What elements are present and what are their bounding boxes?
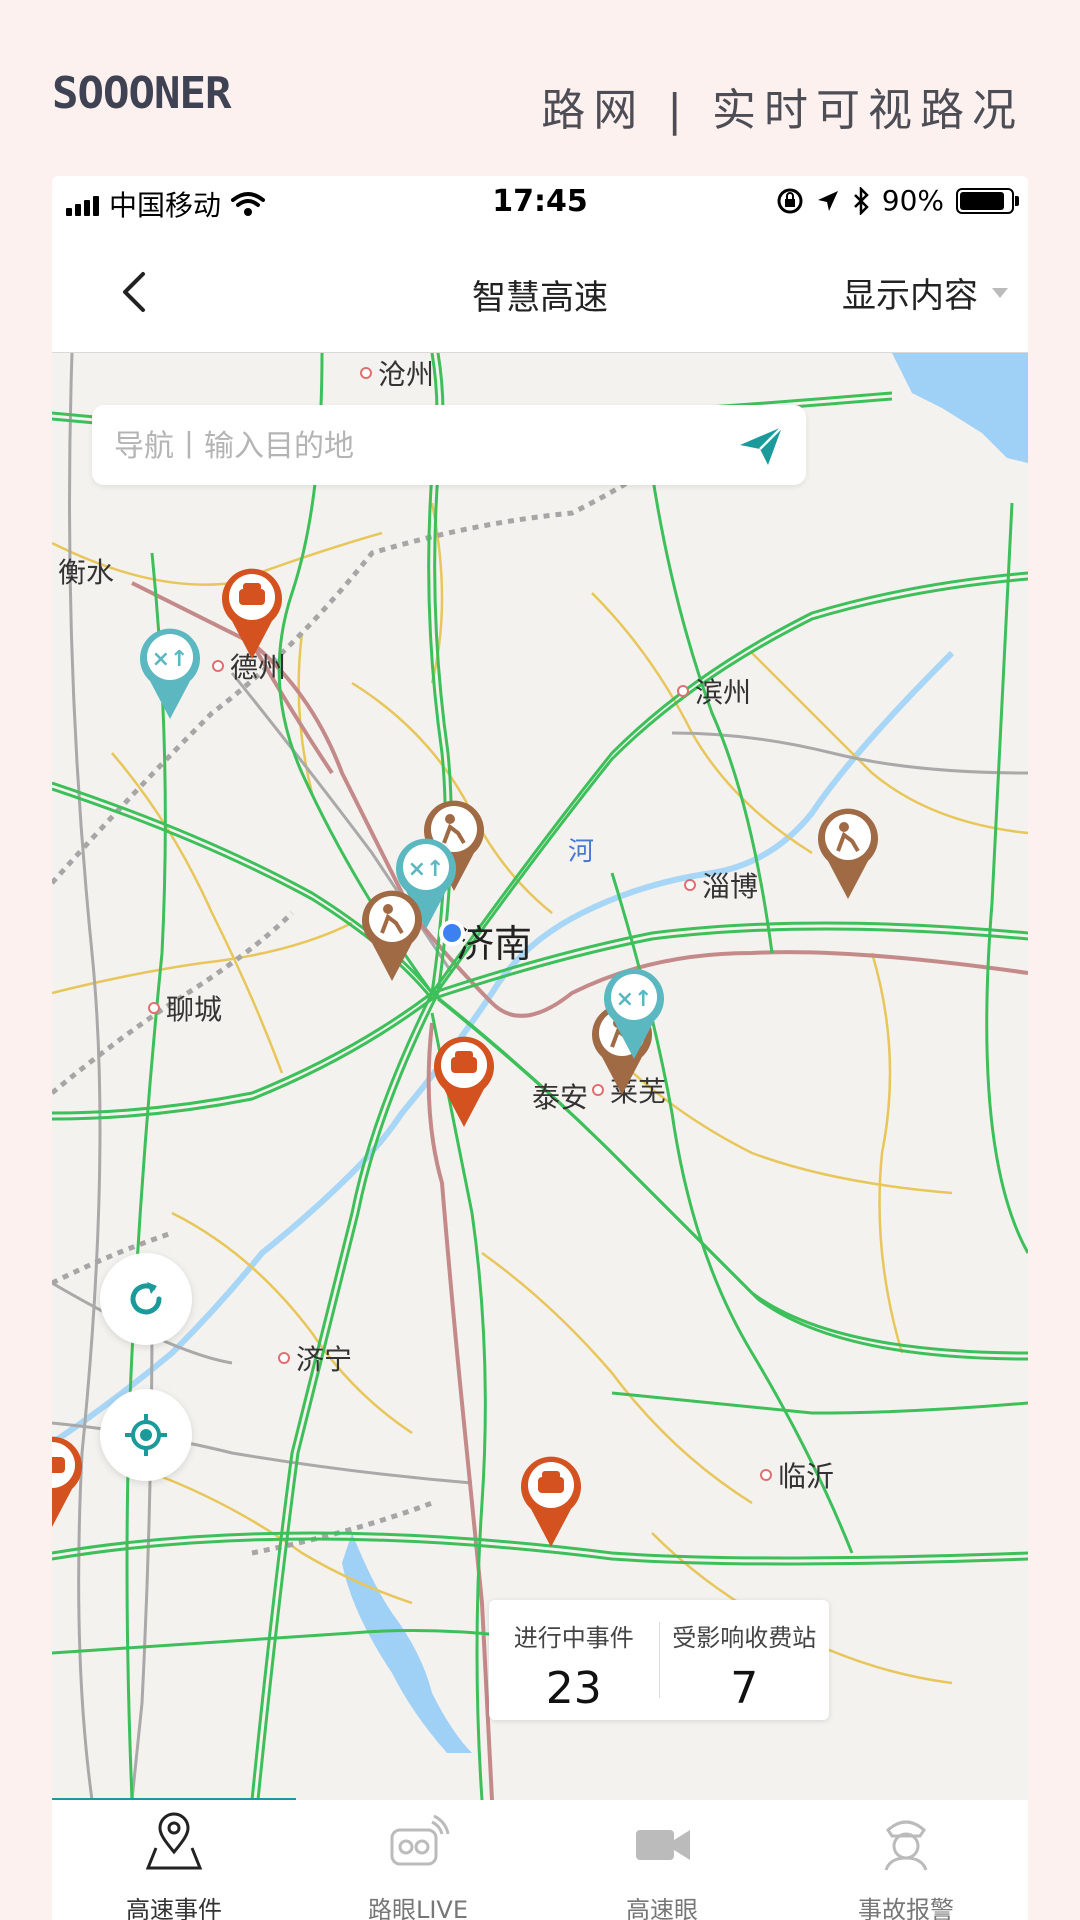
locate-button[interactable] [100, 1389, 192, 1481]
video-camera-icon [636, 1830, 690, 1860]
rotation-lock-icon [777, 188, 803, 213]
map-pin-icon [145, 1812, 203, 1870]
ongoing-events-label: 进行中事件 [513, 1624, 634, 1652]
city-label-linyi: 临沂 [760, 1455, 834, 1495]
city-label-taian: 泰安 [532, 1081, 589, 1114]
city-label-jining: 济宁 [278, 1338, 352, 1378]
refresh-icon [130, 1282, 162, 1315]
construction-pin[interactable] [814, 805, 882, 901]
display-content-label: 显示内容 [842, 276, 978, 316]
ongoing-events-stat: 进行中事件 23 [489, 1600, 659, 1720]
tab-road-eye-live[interactable]: 路眼LIVE [296, 1800, 540, 1920]
traffic-jam-pin[interactable] [430, 1033, 498, 1129]
tab-label: 高速事件 [126, 1896, 222, 1920]
caret-down-icon [992, 287, 1008, 298]
phone-screen: 中国移动 17:45 90% 智慧高速 显示内容 沧州 衡水 德州 滨州 淄博 … [52, 176, 1028, 1920]
river-label: 河 [568, 837, 595, 867]
tab-label: 路眼LIVE [367, 1896, 469, 1920]
bluetooth-icon [853, 186, 869, 215]
svg-text:×↑: ×↑ [152, 647, 189, 672]
svg-text:×↑: ×↑ [408, 857, 445, 882]
location-arrow-icon [817, 190, 838, 211]
affected-toll-stations-label: 受影响收费站 [672, 1624, 817, 1652]
tab-accident-report[interactable]: 事故报警 [784, 1800, 1028, 1920]
police-icon [884, 1820, 928, 1871]
search-input[interactable] [112, 419, 716, 473]
tab-label: 高速眼 [626, 1896, 698, 1920]
affected-toll-stations-stat: 受影响收费站 7 [660, 1600, 830, 1720]
city-label-binzhou: 滨州 [677, 671, 751, 711]
traffic-jam-pin[interactable] [52, 1433, 86, 1529]
svg-text:×↑: ×↑ [616, 987, 653, 1012]
send-icon[interactable] [736, 421, 786, 471]
traffic-jam-pin[interactable] [218, 565, 286, 661]
refresh-button[interactable] [100, 1253, 192, 1345]
tagline: 路网 | 实时可视路况 [541, 85, 1024, 136]
affected-toll-stations-value: 7 [730, 1663, 759, 1714]
brand-logo: SOOONER [52, 68, 231, 119]
battery-icon [956, 187, 1019, 214]
crosshair-icon [125, 1414, 167, 1456]
display-content-dropdown[interactable]: 显示内容 [842, 268, 1008, 317]
tab-bar: 高速事件 路眼LIVE 高速眼 事故报警 [52, 1800, 1028, 1920]
city-label-zibo: 淄博 [684, 865, 758, 905]
city-label-cangzhou: 沧州 [360, 353, 434, 393]
construction-pin[interactable] [358, 887, 426, 983]
battery-percent: 90% [881, 184, 944, 217]
traffic-control-pin[interactable]: ×↑ [600, 965, 668, 1061]
traffic-control-pin[interactable]: ×↑ [136, 625, 204, 721]
live-camera-icon [390, 1814, 450, 1866]
tab-highway-events[interactable]: 高速事件 [52, 1800, 296, 1920]
search-bar [92, 405, 806, 485]
tab-label: 事故报警 [858, 1896, 954, 1920]
ongoing-events-value: 23 [545, 1663, 602, 1714]
map-view[interactable]: 沧州 衡水 德州 滨州 淄博 济南 聊城 泰安 莱芜 济宁 临沂 河 导航丨输入… [52, 353, 1028, 1800]
nav-bar: 智慧高速 显示内容 [52, 232, 1028, 353]
tab-highway-eye[interactable]: 高速眼 [540, 1800, 784, 1920]
event-stats-panel: 进行中事件 23 受影响收费站 7 [489, 1600, 829, 1720]
traffic-jam-pin[interactable] [517, 1453, 585, 1549]
status-bar: 中国移动 17:45 90% [52, 176, 1028, 232]
city-label-liaocheng: 聊城 [148, 988, 222, 1028]
current-location-dot [439, 920, 465, 946]
city-label-hengshui: 衡水 [58, 556, 115, 589]
